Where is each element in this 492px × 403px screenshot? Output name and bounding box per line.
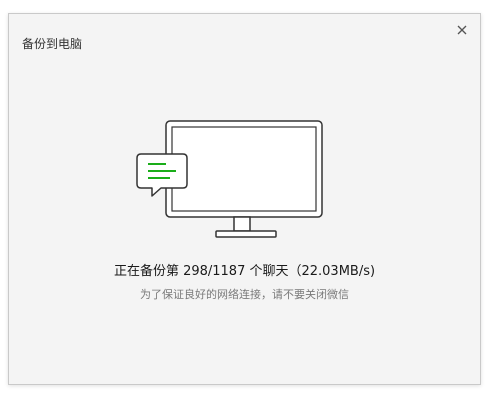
network-hint-text: 为了保证良好的网络连接，请不要关闭微信: [140, 288, 349, 301]
close-icon: [457, 25, 467, 35]
backup-progress-text: 正在备份第 298/1187 个聊天（22.03MB/s): [113, 264, 376, 279]
backup-dialog: 备份到电脑 正在备份第 298/1187 个聊天（22.03MB/s) 为了保证…: [8, 13, 481, 385]
dialog-title: 备份到电脑: [22, 37, 83, 51]
monitor-icon: [165, 120, 323, 238]
close-button[interactable]: [454, 22, 470, 38]
backup-illustration: [136, 120, 323, 238]
